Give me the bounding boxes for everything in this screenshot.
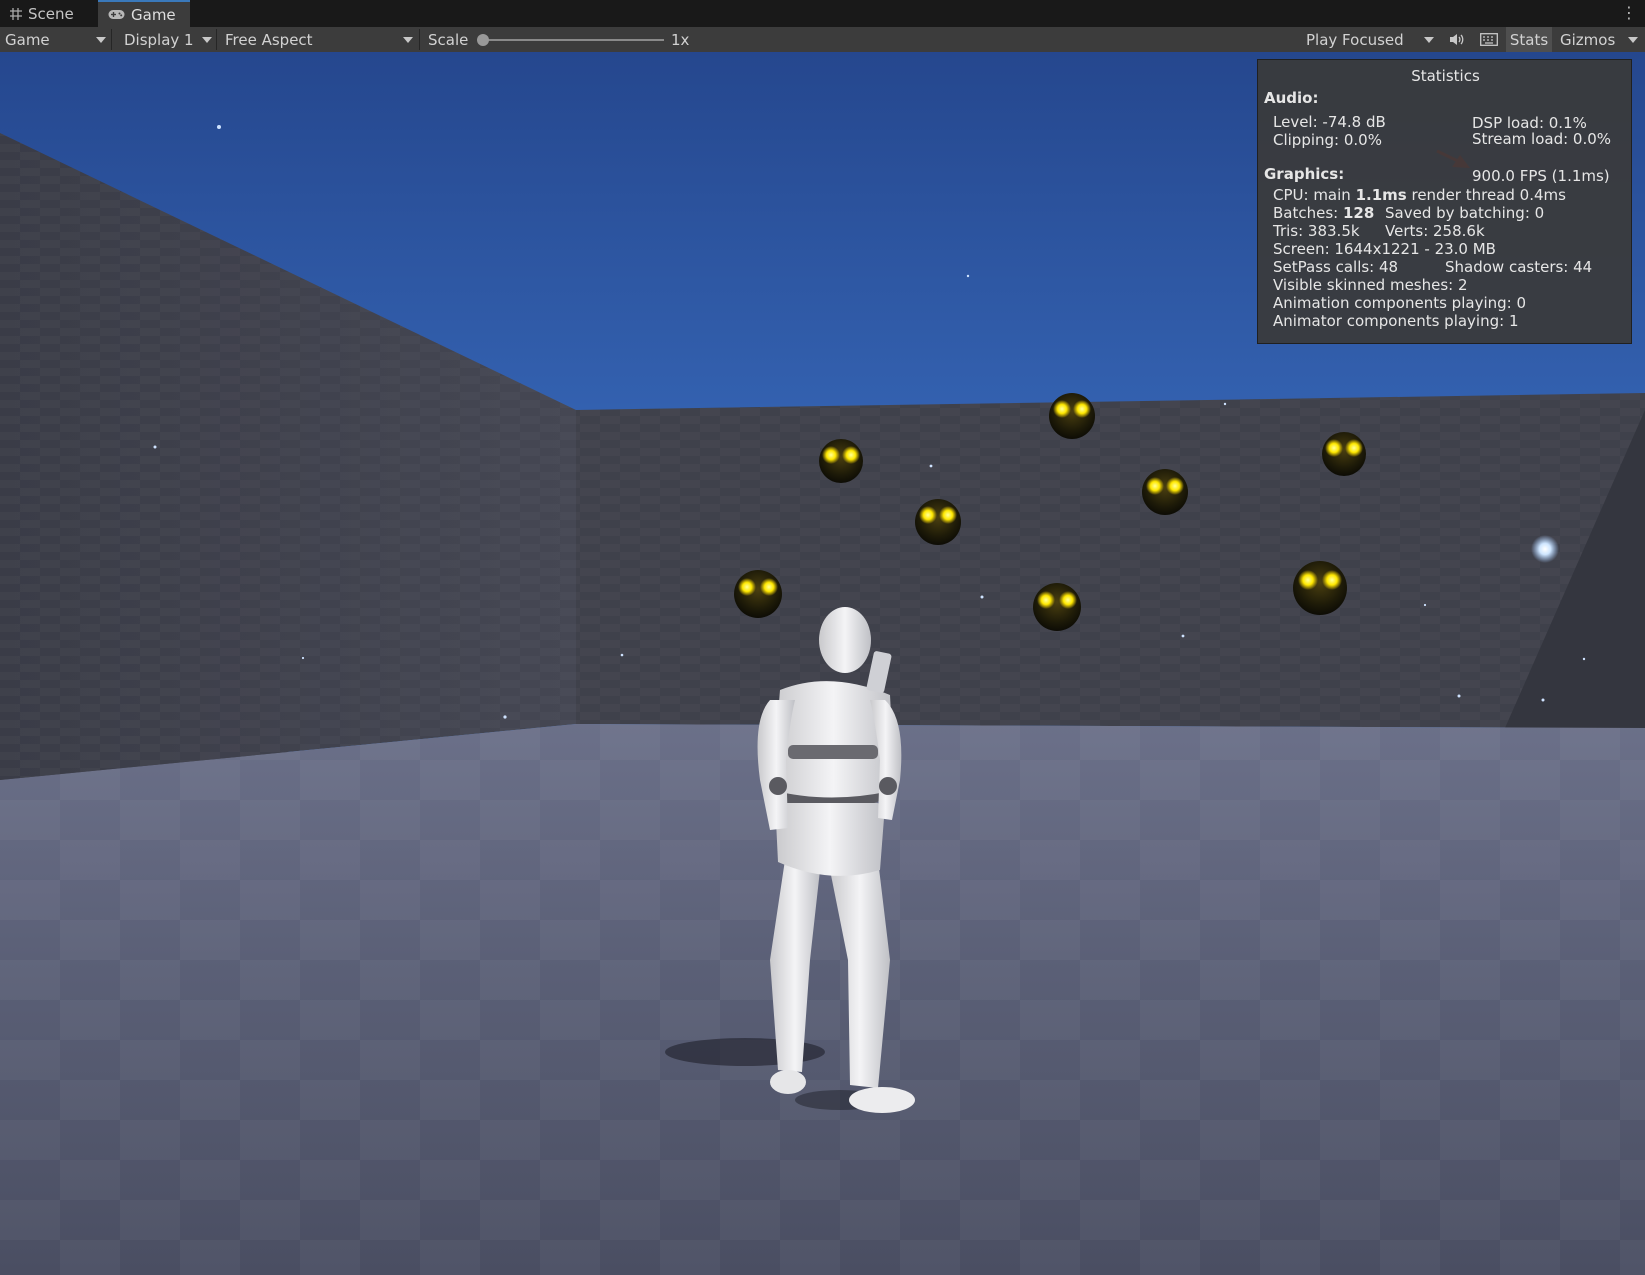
- keyboard-icon: [1480, 33, 1498, 46]
- scale-slider-track[interactable]: [482, 39, 664, 41]
- speaker-icon: [1449, 33, 1465, 46]
- scale-value: 1x: [671, 30, 690, 49]
- more-options-icon[interactable]: ⋮: [1621, 3, 1637, 22]
- tris: Tris: 383.5k: [1273, 222, 1360, 240]
- divider: [419, 29, 420, 50]
- screen-info: Screen: 1644x1221 - 23.0 MB: [1273, 240, 1496, 258]
- enemy-orb: [1033, 583, 1081, 631]
- batches-value: 128: [1342, 204, 1375, 222]
- graphics-heading: Graphics:: [1264, 165, 1345, 183]
- enemy-orb: [1142, 469, 1188, 515]
- batches-label: Batches:: [1273, 204, 1343, 222]
- chevron-down-icon: [202, 37, 212, 43]
- chevron-down-icon: [403, 37, 413, 43]
- verts: Verts: 258.6k: [1385, 222, 1485, 240]
- enemy-orb: [1049, 393, 1095, 439]
- game-toolbar: Game Display 1 Free Aspect Scale 1x Play…: [0, 27, 1645, 53]
- aspect-label: Free Aspect: [225, 30, 313, 49]
- enemy-orb: [734, 570, 782, 618]
- gamepad-icon: [108, 9, 125, 20]
- cpu-timing: CPU: main 1.1ms render thread 0.4ms: [1273, 186, 1566, 204]
- tab-game[interactable]: Game: [98, 0, 190, 27]
- cpu-label: CPU: main: [1273, 186, 1356, 204]
- gizmos-dropdown[interactable]: [1624, 27, 1644, 52]
- chevron-down-icon: [96, 37, 106, 43]
- point-light: [1531, 535, 1559, 563]
- cpu-main-value: 1.1ms: [1355, 186, 1407, 204]
- enemy-orb: [819, 439, 863, 483]
- tab-scene-label: Scene: [28, 4, 74, 23]
- batches: Batches: 128: [1273, 204, 1374, 222]
- display-dropdown[interactable]: Display 1: [112, 27, 216, 52]
- chevron-down-icon: [1424, 37, 1434, 43]
- animator-components: Animator components playing: 1: [1273, 312, 1519, 330]
- saved-by-batching: Saved by batching: 0: [1385, 204, 1545, 222]
- audio-level: Level: -74.8 dB: [1273, 113, 1386, 131]
- audio-heading: Audio:: [1264, 89, 1319, 107]
- mute-audio-button[interactable]: [1444, 27, 1470, 52]
- unity-game-view: Scene Game ⋮ Game Display 1 Free Aspect …: [0, 0, 1645, 1275]
- shadow-casters: Shadow casters: 44: [1445, 258, 1593, 276]
- enemy-orb: [1293, 561, 1347, 615]
- stats-toggle-button[interactable]: Stats: [1506, 27, 1552, 52]
- game-mode-label: Game: [5, 30, 50, 49]
- stream-load: Stream load: 0.0%: [1472, 130, 1612, 148]
- animation-components: Animation components playing: 0: [1273, 294, 1527, 312]
- display-label: Display 1: [124, 30, 194, 49]
- keyboard-shortcuts-button[interactable]: [1474, 27, 1504, 52]
- grid-icon: [10, 7, 22, 20]
- enemy-orb: [1322, 432, 1366, 476]
- scale-slider-thumb[interactable]: [477, 34, 489, 46]
- chevron-down-icon: [1628, 37, 1638, 43]
- tab-game-label: Game: [131, 5, 176, 24]
- visible-skinned-meshes: Visible skinned meshes: 2: [1273, 276, 1468, 294]
- play-mode-dropdown[interactable]: Play Focused: [1298, 27, 1438, 52]
- tab-bar: Scene Game ⋮: [0, 0, 1645, 28]
- stats-title: Statistics: [1411, 67, 1480, 85]
- tab-scene[interactable]: Scene: [0, 0, 92, 27]
- game-mode-dropdown[interactable]: Game: [0, 27, 110, 52]
- aspect-dropdown[interactable]: Free Aspect: [217, 27, 417, 52]
- audio-clipping: Clipping: 0.0%: [1273, 131, 1382, 149]
- fps-readout: 900.0 FPS (1.1ms): [1472, 167, 1610, 185]
- cpu-render-thread: render thread 0.4ms: [1406, 186, 1566, 204]
- setpass-calls: SetPass calls: 48: [1273, 258, 1399, 276]
- scale-label: Scale: [428, 30, 469, 49]
- statistics-panel: Statistics Audio: Level: -74.8 dB DSP lo…: [1257, 59, 1632, 344]
- play-mode-label: Play Focused: [1306, 30, 1404, 49]
- enemy-orb: [915, 499, 961, 545]
- gizmos-toggle-button[interactable]: Gizmos: [1556, 27, 1624, 52]
